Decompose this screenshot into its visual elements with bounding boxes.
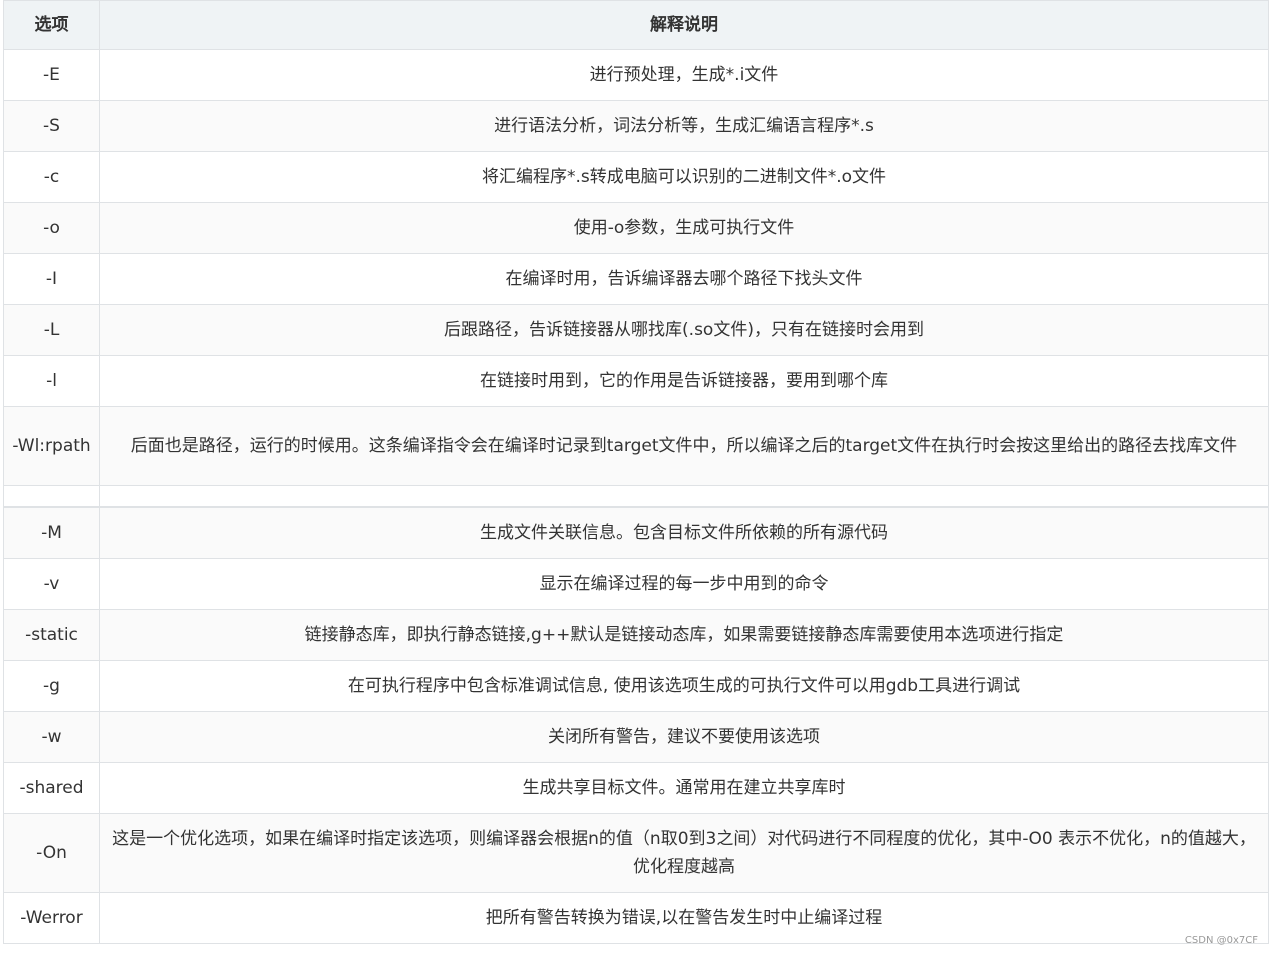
option-cell: -l: [3, 355, 100, 407]
description-cell: 生成共享目标文件。通常用在建立共享库时: [99, 762, 1269, 814]
option-cell: -E: [3, 49, 100, 101]
description-cell: 使用-o参数，生成可执行文件: [99, 202, 1269, 254]
description-cell: 这是一个优化选项，如果在编译时指定该选项，则编译器会根据n的值（n取0到3之间）…: [99, 813, 1269, 893]
option-cell: -Wl:rpath: [3, 406, 100, 486]
option-cell: -S: [3, 100, 100, 152]
option-cell: -Werror: [3, 892, 100, 944]
table-row: -l 在链接时用到，它的作用是告诉链接器，要用到哪个库: [3, 355, 1269, 407]
table-row: -static 链接静态库，即执行静态链接,g++默认是链接动态库，如果需要链接…: [3, 609, 1269, 661]
option-cell: -shared: [3, 762, 100, 814]
description-cell: 将汇编程序*.s转成电脑可以识别的二进制文件*.o文件: [99, 151, 1269, 203]
table-row: -g 在可执行程序中包含标准调试信息, 使用该选项生成的可执行文件可以用gdb工…: [3, 660, 1269, 712]
option-cell: -On: [3, 813, 100, 893]
table-row: -c 将汇编程序*.s转成电脑可以识别的二进制文件*.o文件: [3, 151, 1269, 203]
option-cell: -M: [3, 506, 100, 559]
option-cell: -I: [3, 253, 100, 305]
description-cell: 进行语法分析，词法分析等，生成汇编语言程序*.s: [99, 100, 1269, 152]
table-row: -S 进行语法分析，词法分析等，生成汇编语言程序*.s: [3, 100, 1269, 152]
description-cell: 链接静态库，即执行静态链接,g++默认是链接动态库，如果需要链接静态库需要使用本…: [99, 609, 1269, 661]
description-cell: 在可执行程序中包含标准调试信息, 使用该选项生成的可执行文件可以用gdb工具进行…: [99, 660, 1269, 712]
table-row: -Werror 把所有警告转换为错误,以在警告发生时中止编译过程: [3, 892, 1269, 944]
description-cell: 进行预处理，生成*.i文件: [99, 49, 1269, 101]
table-row: -v 显示在编译过程的每一步中用到的命令: [3, 558, 1269, 610]
description-cell: 后跟路径，告诉链接器从哪找库(.so文件)，只有在链接时会用到: [99, 304, 1269, 356]
description-cell: 在链接时用到，它的作用是告诉链接器，要用到哪个库: [99, 355, 1269, 407]
option-cell: -g: [3, 660, 100, 712]
table-row: -I 在编译时用，告诉编译器去哪个路径下找头文件: [3, 253, 1269, 305]
table-header-row: 选项 解释说明: [3, 0, 1269, 50]
description-cell: 把所有警告转换为错误,以在警告发生时中止编译过程: [99, 892, 1269, 944]
option-cell: -L: [3, 304, 100, 356]
description-cell: 显示在编译过程的每一步中用到的命令: [99, 558, 1269, 610]
description-cell: 在编译时用，告诉编译器去哪个路径下找头文件: [99, 253, 1269, 305]
option-cell: -w: [3, 711, 100, 763]
header-description: 解释说明: [99, 0, 1269, 50]
table-row: -o 使用-o参数，生成可执行文件: [3, 202, 1269, 254]
description-cell: [99, 485, 1269, 508]
table-row: -L 后跟路径，告诉链接器从哪找库(.so文件)，只有在链接时会用到: [3, 304, 1269, 356]
description-cell: 关闭所有警告，建议不要使用该选项: [99, 711, 1269, 763]
table-row: -E 进行预处理，生成*.i文件: [3, 49, 1269, 101]
table-row: -shared 生成共享目标文件。通常用在建立共享库时: [3, 762, 1269, 814]
option-cell: -v: [3, 558, 100, 610]
gcc-options-table: 选项 解释说明 -E 进行预处理，生成*.i文件 -S 进行语法分析，词法分析等…: [3, 0, 1269, 944]
option-cell: -o: [3, 202, 100, 254]
table-row: -Wl:rpath 后面也是路径，运行的时候用。这条编译指令会在编译时记录到ta…: [3, 406, 1269, 486]
table-row: -M 生成文件关联信息。包含目标文件所依赖的所有源代码: [3, 506, 1269, 559]
watermark: CSDN @0x7CF: [1184, 935, 1258, 946]
description-cell: 后面也是路径，运行的时候用。这条编译指令会在编译时记录到target文件中，所以…: [99, 406, 1269, 486]
table-row-empty: [3, 485, 1269, 508]
table-row: -On 这是一个优化选项，如果在编译时指定该选项，则编译器会根据n的值（n取0到…: [3, 813, 1269, 893]
table-row: -w 关闭所有警告，建议不要使用该选项: [3, 711, 1269, 763]
option-cell: -static: [3, 609, 100, 661]
option-cell: [3, 485, 100, 508]
option-cell: -c: [3, 151, 100, 203]
header-option: 选项: [3, 0, 100, 50]
description-cell: 生成文件关联信息。包含目标文件所依赖的所有源代码: [99, 506, 1269, 559]
